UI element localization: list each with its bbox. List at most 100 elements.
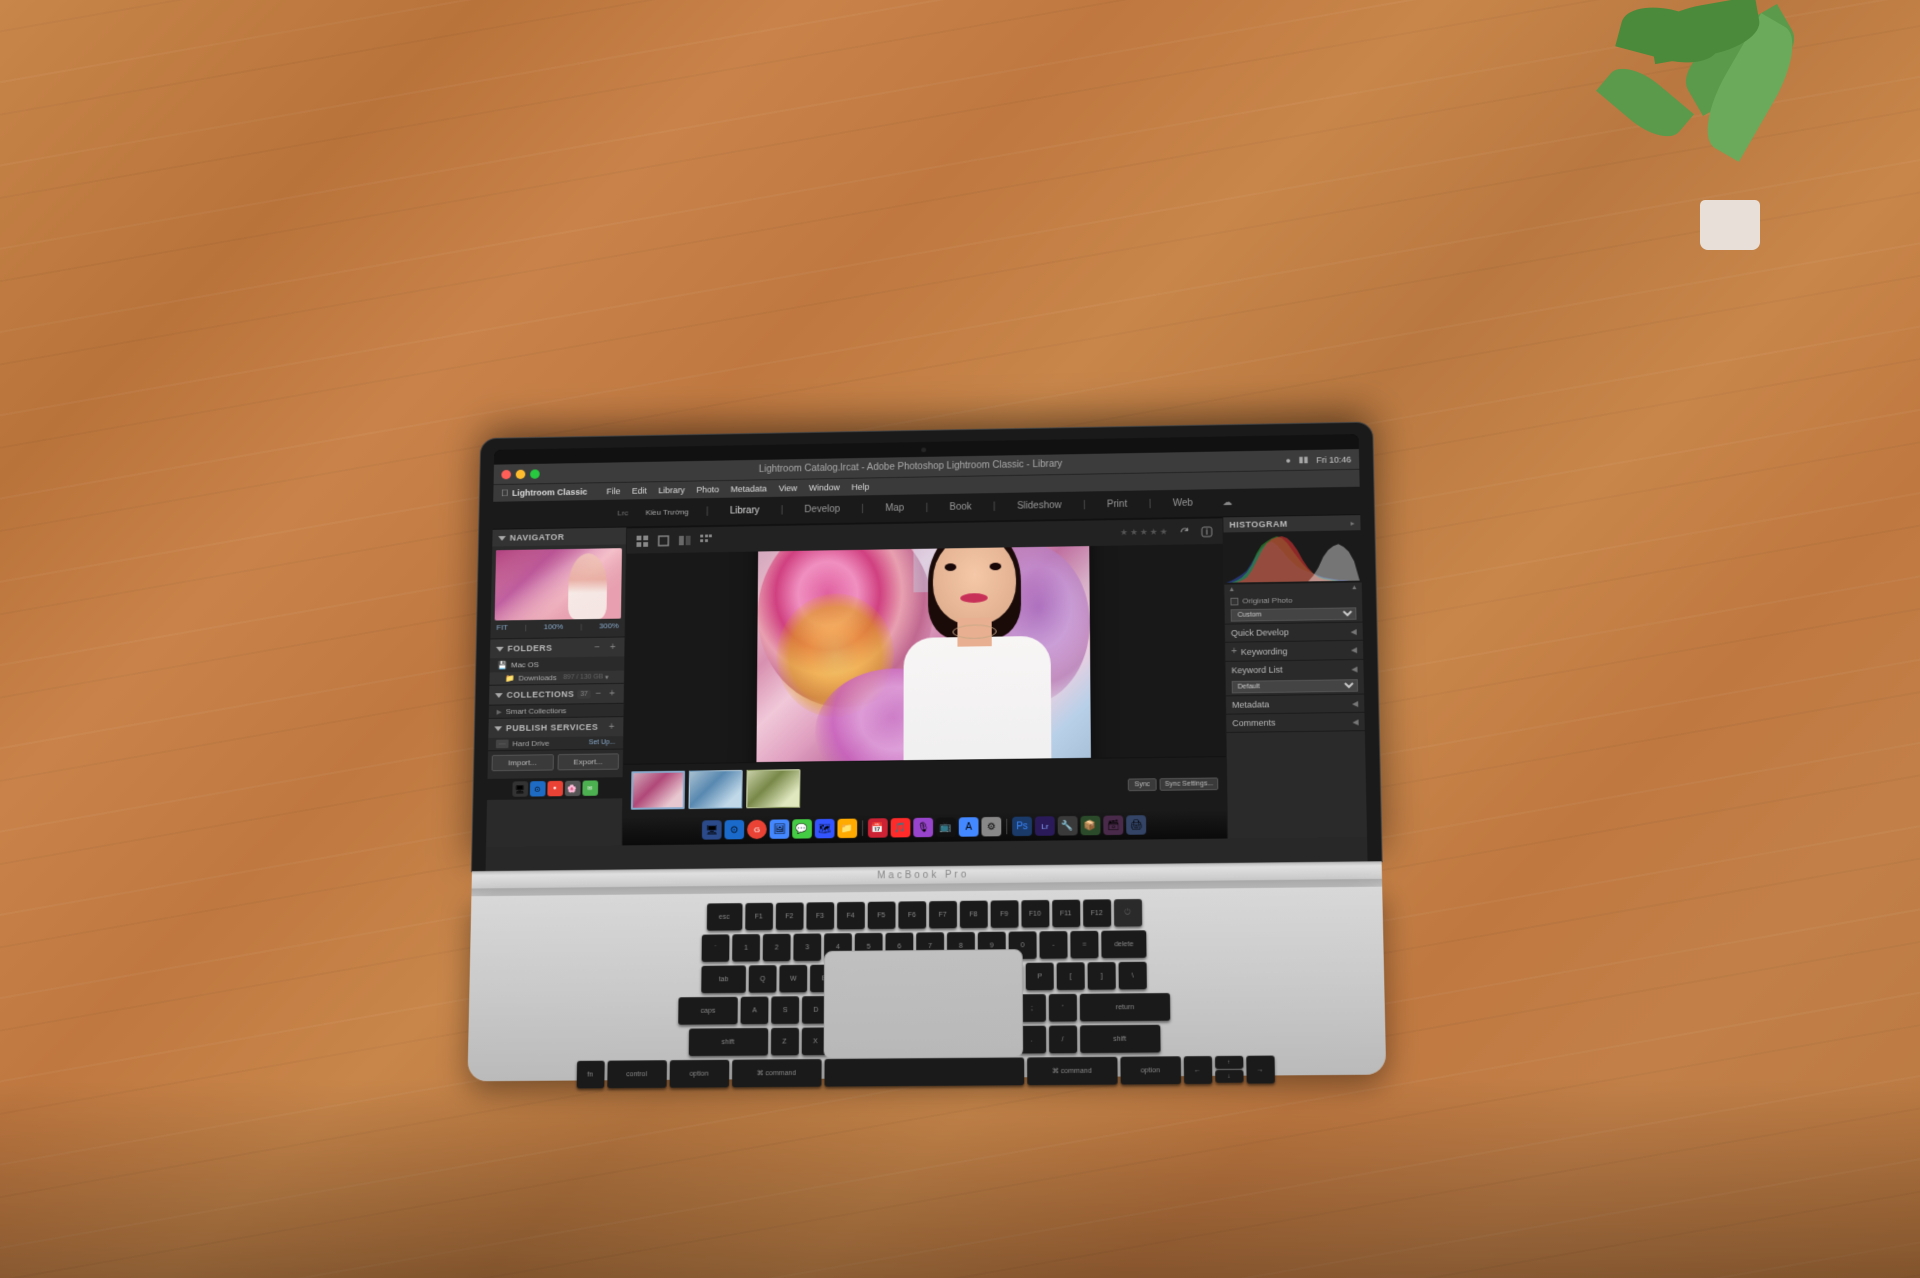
keyword-list-header[interactable]: Keyword List ◀: [1225, 660, 1363, 679]
publish-plus[interactable]: +: [606, 721, 618, 733]
key-f2[interactable]: F2: [775, 902, 803, 930]
dock-tv-icon[interactable]: 📺: [936, 817, 956, 837]
collections-header[interactable]: Collections 37 − +: [489, 684, 624, 705]
key-f6[interactable]: F6: [898, 901, 926, 929]
key-option-left[interactable]: option: [669, 1060, 729, 1088]
module-slideshow[interactable]: Slideshow: [1013, 498, 1065, 513]
key-rbracket[interactable]: ]: [1088, 962, 1116, 990]
key-1[interactable]: 1: [732, 934, 760, 962]
key-f8[interactable]: F8: [959, 901, 987, 929]
quick-develop-header[interactable]: Quick Develop ◀: [1225, 623, 1363, 642]
module-web[interactable]: Web: [1169, 496, 1197, 511]
menu-window[interactable]: Window: [809, 483, 840, 493]
user-label[interactable]: Kiều Trường: [646, 508, 689, 517]
dock-prefs-icon[interactable]: ⚙: [981, 817, 1001, 837]
key-z[interactable]: Z: [770, 1028, 798, 1056]
dock-messages-icon[interactable]: 💬: [792, 819, 812, 839]
key-backtick[interactable]: `: [702, 934, 730, 962]
sync-settings-button[interactable]: Sync Settings...: [1160, 777, 1218, 790]
keywording-header[interactable]: + Keywording ◀: [1225, 641, 1363, 661]
module-book[interactable]: Book: [946, 500, 976, 515]
zoom-300[interactable]: 300%: [599, 621, 619, 630]
dock-safari-icon[interactable]: ⊙: [724, 820, 744, 840]
key-shift-left[interactable]: shift: [688, 1028, 767, 1056]
smart-collections-item[interactable]: ▶ Smart Collections: [489, 704, 624, 718]
key-arrow-right[interactable]: →: [1246, 1056, 1275, 1084]
power-key[interactable]: ⏻: [1113, 899, 1141, 927]
dock-finder-icon[interactable]: 🖥: [702, 820, 722, 840]
maximize-button[interactable]: [530, 469, 540, 478]
key-f9[interactable]: F9: [990, 900, 1018, 928]
key-slash[interactable]: /: [1048, 1025, 1076, 1053]
module-print[interactable]: Print: [1103, 497, 1131, 512]
hard-drive-item[interactable]: — Hard Drive Set Up...: [488, 736, 623, 750]
folder-downloads[interactable]: 📁 Downloads 897 / 130 GB ▾: [489, 671, 624, 685]
dock-podcasts-icon[interactable]: 🎙: [913, 818, 933, 838]
dock-photoshop-icon[interactable]: Ps: [1012, 817, 1032, 837]
collections-minus[interactable]: −: [593, 688, 605, 700]
trackpad[interactable]: [824, 949, 1024, 1059]
lightroom-app[interactable]: Lightroom Catalog.lrcat - Adobe Photosho…: [486, 449, 1368, 871]
metadata-header[interactable]: Metadata ◀: [1226, 694, 1364, 713]
close-button[interactable]: [501, 469, 511, 478]
filmstrip-thumb-3[interactable]: [746, 769, 800, 808]
dock-photos-icon[interactable]: 🖼: [770, 819, 790, 839]
key-a[interactable]: A: [741, 996, 769, 1024]
comments-header[interactable]: Comments ◀: [1226, 713, 1365, 732]
default-select[interactable]: Default: [1232, 679, 1358, 693]
dock-messages[interactable]: ✉: [582, 780, 598, 796]
dock-music-icon[interactable]: 🎵: [891, 818, 911, 838]
dock-calendar-icon[interactable]: 📅: [868, 818, 888, 838]
module-library[interactable]: Library: [726, 504, 763, 519]
key-3[interactable]: 3: [793, 933, 821, 961]
publish-header[interactable]: Publish Services +: [488, 717, 623, 738]
key-command-left[interactable]: ⌘ command: [732, 1059, 822, 1087]
dock-finder[interactable]: 🖥: [512, 781, 528, 796]
filmstrip-thumb-1[interactable]: [631, 771, 685, 810]
key-f12[interactable]: F12: [1083, 899, 1111, 927]
key-arrow-left[interactable]: ←: [1183, 1056, 1212, 1084]
key-command-right[interactable]: ⌘ command: [1027, 1057, 1118, 1085]
minimize-button[interactable]: [516, 469, 526, 478]
key-return[interactable]: return: [1080, 993, 1170, 1021]
compare-view-btn[interactable]: [677, 532, 693, 547]
key-esc[interactable]: esc: [706, 903, 742, 931]
loupe-view-btn[interactable]: [656, 533, 672, 548]
key-f7[interactable]: F7: [929, 901, 957, 929]
keywording-plus[interactable]: +: [1231, 646, 1237, 657]
dock-app1-icon[interactable]: 🔧: [1058, 816, 1078, 836]
menu-library[interactable]: Library: [658, 485, 685, 495]
sync-button[interactable]: Sync: [1128, 778, 1157, 791]
key-w[interactable]: W: [779, 965, 807, 993]
dock-maps-icon[interactable]: 🗺: [815, 819, 835, 839]
filmstrip-thumb-2[interactable]: [689, 770, 743, 809]
key-arrow-down[interactable]: ↓: [1215, 1070, 1243, 1083]
grid-view-btn[interactable]: [635, 533, 651, 548]
key-equals[interactable]: =: [1070, 931, 1098, 959]
survey-view-btn[interactable]: [698, 532, 714, 547]
histogram-expand[interactable]: ▸: [1350, 518, 1354, 527]
key-f1[interactable]: F1: [745, 903, 773, 931]
menu-photo[interactable]: Photo: [696, 485, 719, 495]
module-develop[interactable]: Develop: [801, 502, 844, 517]
key-minus[interactable]: -: [1039, 931, 1067, 959]
dock-chrome-icon[interactable]: G: [747, 820, 767, 840]
key-delete[interactable]: delete: [1101, 930, 1146, 958]
key-tab[interactable]: tab: [701, 965, 746, 993]
dock-photos[interactable]: 🌸: [564, 781, 580, 797]
key-s[interactable]: S: [771, 996, 799, 1024]
key-p[interactable]: P: [1026, 963, 1054, 991]
key-option-right[interactable]: option: [1120, 1056, 1181, 1084]
key-f11[interactable]: F11: [1052, 900, 1080, 928]
rotate-btn[interactable]: [1177, 524, 1193, 539]
key-quote[interactable]: ': [1049, 994, 1077, 1022]
folders-minus[interactable]: −: [591, 642, 603, 654]
menu-view[interactable]: View: [778, 483, 797, 493]
dock-appstore-icon[interactable]: A: [959, 817, 979, 837]
key-backslash[interactable]: \: [1119, 962, 1147, 990]
import-button[interactable]: Import...: [492, 754, 554, 771]
app-name[interactable]: Lightroom Classic: [512, 487, 587, 498]
info-btn[interactable]: [1199, 524, 1215, 539]
key-2[interactable]: 2: [763, 934, 791, 962]
original-photo-checkbox[interactable]: [1230, 597, 1238, 605]
